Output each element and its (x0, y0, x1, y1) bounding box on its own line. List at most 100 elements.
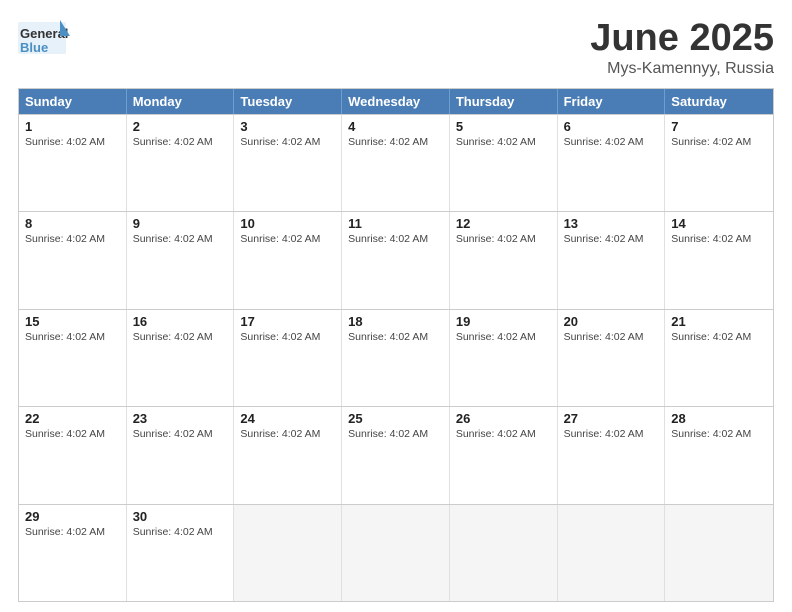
calendar-cell (234, 505, 342, 601)
sunrise-info: Sunrise: 4:02 AM (133, 331, 228, 343)
day-number: 26 (456, 411, 551, 426)
sunrise-info: Sunrise: 4:02 AM (564, 136, 659, 148)
calendar-cell: 14Sunrise: 4:02 AM (665, 212, 773, 308)
calendar-cell: 20 Sunrise: 4:02 AM (558, 310, 666, 406)
calendar-cell: 12 Sunrise: 4:02 AM (450, 212, 558, 308)
sunrise-info: Sunrise: 4:02 AM (240, 136, 335, 148)
calendar-body: 1 Sunrise: 4:02 AM 2 Sunrise: 4:02 AM 3 Sunri… (19, 114, 773, 601)
logo: General Blue (18, 18, 70, 67)
calendar-cell: 25 Sunrise: 4:02 AM (342, 407, 450, 503)
sunrise-info: Sunrise: 4:02 AM (240, 331, 335, 343)
sunrise-info: Sunrise: 4:02 AM (456, 233, 551, 245)
day-number: 15 (25, 314, 120, 329)
day-number: 9 (133, 216, 228, 231)
sunrise-info: Sunrise: 4:02 AM (671, 331, 767, 343)
calendar-cell: 16Sunrise: 4:02 AM (127, 310, 235, 406)
month-title: June 2025 (590, 18, 774, 60)
sunrise-info: Sunrise: 4:02 AM (348, 331, 443, 343)
calendar-cell: 19Sunrise: 4:02 AM (450, 310, 558, 406)
day-number: 11 (348, 216, 443, 231)
day-number: 27 (564, 411, 659, 426)
sunrise-info: Sunrise: 4:02 AM (564, 233, 659, 245)
day-number: 22 (25, 411, 120, 426)
day-number: 18 (348, 314, 443, 329)
sunrise-info: Sunrise: 4:02 AM (564, 331, 659, 343)
sunrise-info: Sunrise: 4:02 AM (456, 136, 551, 148)
calendar-cell: 4 Sunrise: 4:02 AM (342, 115, 450, 211)
day-number: 1 (25, 119, 120, 134)
day-number: 13 (564, 216, 659, 231)
sunrise-info: Sunrise: 4:02 AM (456, 428, 551, 440)
calendar-week: 15Sunrise: 4:02 AM16Sunrise: 4:02 AM17Su… (19, 309, 773, 406)
calendar-cell: 26 Sunrise: 4:02 AM (450, 407, 558, 503)
sunrise-info: Sunrise: 4:02 AM (133, 428, 228, 440)
day-number: 3 (240, 119, 335, 134)
calendar-cell: 5 Sunrise: 4:02 AM (450, 115, 558, 211)
day-number: 4 (348, 119, 443, 134)
day-number: 21 (671, 314, 767, 329)
calendar-cell: 22Sunrise: 4:02 AM (19, 407, 127, 503)
calendar-cell: 13 Sunrise: 4:02 AM (558, 212, 666, 308)
day-number: 20 (564, 314, 659, 329)
calendar-cell: 6 Sunrise: 4:02 AM (558, 115, 666, 211)
calendar-header-row: SundayMondayTuesdayWednesdayThursdayFrid… (19, 89, 773, 114)
calendar-week: 29 Sunrise: 4:02 AM 30 Sunrise: 4:02 AM (19, 504, 773, 601)
sunrise-info: Sunrise: 4:02 AM (133, 136, 228, 148)
day-number: 5 (456, 119, 551, 134)
sunrise-info: Sunrise: 4:02 AM (240, 233, 335, 245)
calendar-cell: 1 Sunrise: 4:02 AM (19, 115, 127, 211)
calendar-cell (665, 505, 773, 601)
calendar-week: 1 Sunrise: 4:02 AM 2 Sunrise: 4:02 AM 3 Sunri… (19, 114, 773, 211)
day-number: 12 (456, 216, 551, 231)
calendar-cell: 24 Sunrise: 4:02 AM (234, 407, 342, 503)
sunrise-info: Sunrise: 4:02 AM (25, 331, 120, 343)
sunrise-info: Sunrise: 4:02 AM (25, 233, 120, 245)
calendar-cell: 3 Sunrise: 4:02 AM (234, 115, 342, 211)
sunrise-info: Sunrise: 4:02 AM (671, 233, 767, 245)
calendar-cell: 8Sunrise: 4:02 AM (19, 212, 127, 308)
calendar-cell: 18 Sunrise: 4:02 AM (342, 310, 450, 406)
calendar-cell: 21 Sunrise: 4:02 AM (665, 310, 773, 406)
day-number: 25 (348, 411, 443, 426)
sunrise-info: Sunrise: 4:02 AM (671, 428, 767, 440)
sunrise-info: Sunrise: 4:02 AM (25, 136, 120, 148)
sunrise-info: Sunrise: 4:02 AM (564, 428, 659, 440)
calendar-cell: 10Sunrise: 4:02 AM (234, 212, 342, 308)
day-number: 7 (671, 119, 767, 134)
calendar-header-cell: Friday (558, 89, 666, 114)
calendar-header-cell: Wednesday (342, 89, 450, 114)
day-number: 6 (564, 119, 659, 134)
day-number: 17 (240, 314, 335, 329)
day-number: 2 (133, 119, 228, 134)
day-number: 24 (240, 411, 335, 426)
day-number: 30 (133, 509, 228, 524)
calendar: SundayMondayTuesdayWednesdayThursdayFrid… (18, 88, 774, 602)
sunrise-info: Sunrise: 4:02 AM (348, 136, 443, 148)
title-block: June 2025 Mys-Kamennyy, Russia (590, 18, 774, 78)
day-number: 29 (25, 509, 120, 524)
day-number: 19 (456, 314, 551, 329)
calendar-week: 8Sunrise: 4:02 AM9Sunrise: 4:02 AM10Sunr… (19, 211, 773, 308)
calendar-cell: 9 Sunrise: 4:02 AM (127, 212, 235, 308)
day-number: 23 (133, 411, 228, 426)
header: General Blue June 2025 Mys-Kamennyy, Rus… (18, 18, 774, 78)
logo-svg: General Blue (18, 18, 70, 62)
calendar-cell (342, 505, 450, 601)
calendar-cell (558, 505, 666, 601)
calendar-cell: 30 Sunrise: 4:02 AM (127, 505, 235, 601)
calendar-week: 22Sunrise: 4:02 AM23Sunrise: 4:02 AM24Su… (19, 406, 773, 503)
svg-text:Blue: Blue (20, 40, 48, 55)
sunrise-info: Sunrise: 4:02 AM (133, 526, 228, 538)
calendar-cell: 17 Sunrise: 4:02 AM (234, 310, 342, 406)
calendar-cell: 15 Sunrise: 4:02 AM (19, 310, 127, 406)
sunrise-info: Sunrise: 4:02 AM (348, 428, 443, 440)
sunrise-info: Sunrise: 4:02 AM (133, 233, 228, 245)
calendar-cell: 27 Sunrise: 4:02 AM (558, 407, 666, 503)
location-title: Mys-Kamennyy, Russia (590, 60, 774, 78)
calendar-cell: 28Sunrise: 4:02 AM (665, 407, 773, 503)
sunrise-info: Sunrise: 4:02 AM (25, 526, 120, 538)
page: General Blue June 2025 Mys-Kamennyy, Rus… (0, 0, 792, 612)
sunrise-info: Sunrise: 4:02 AM (240, 428, 335, 440)
calendar-cell: 11 Sunrise: 4:02 AM (342, 212, 450, 308)
sunrise-info: Sunrise: 4:02 AM (348, 233, 443, 245)
